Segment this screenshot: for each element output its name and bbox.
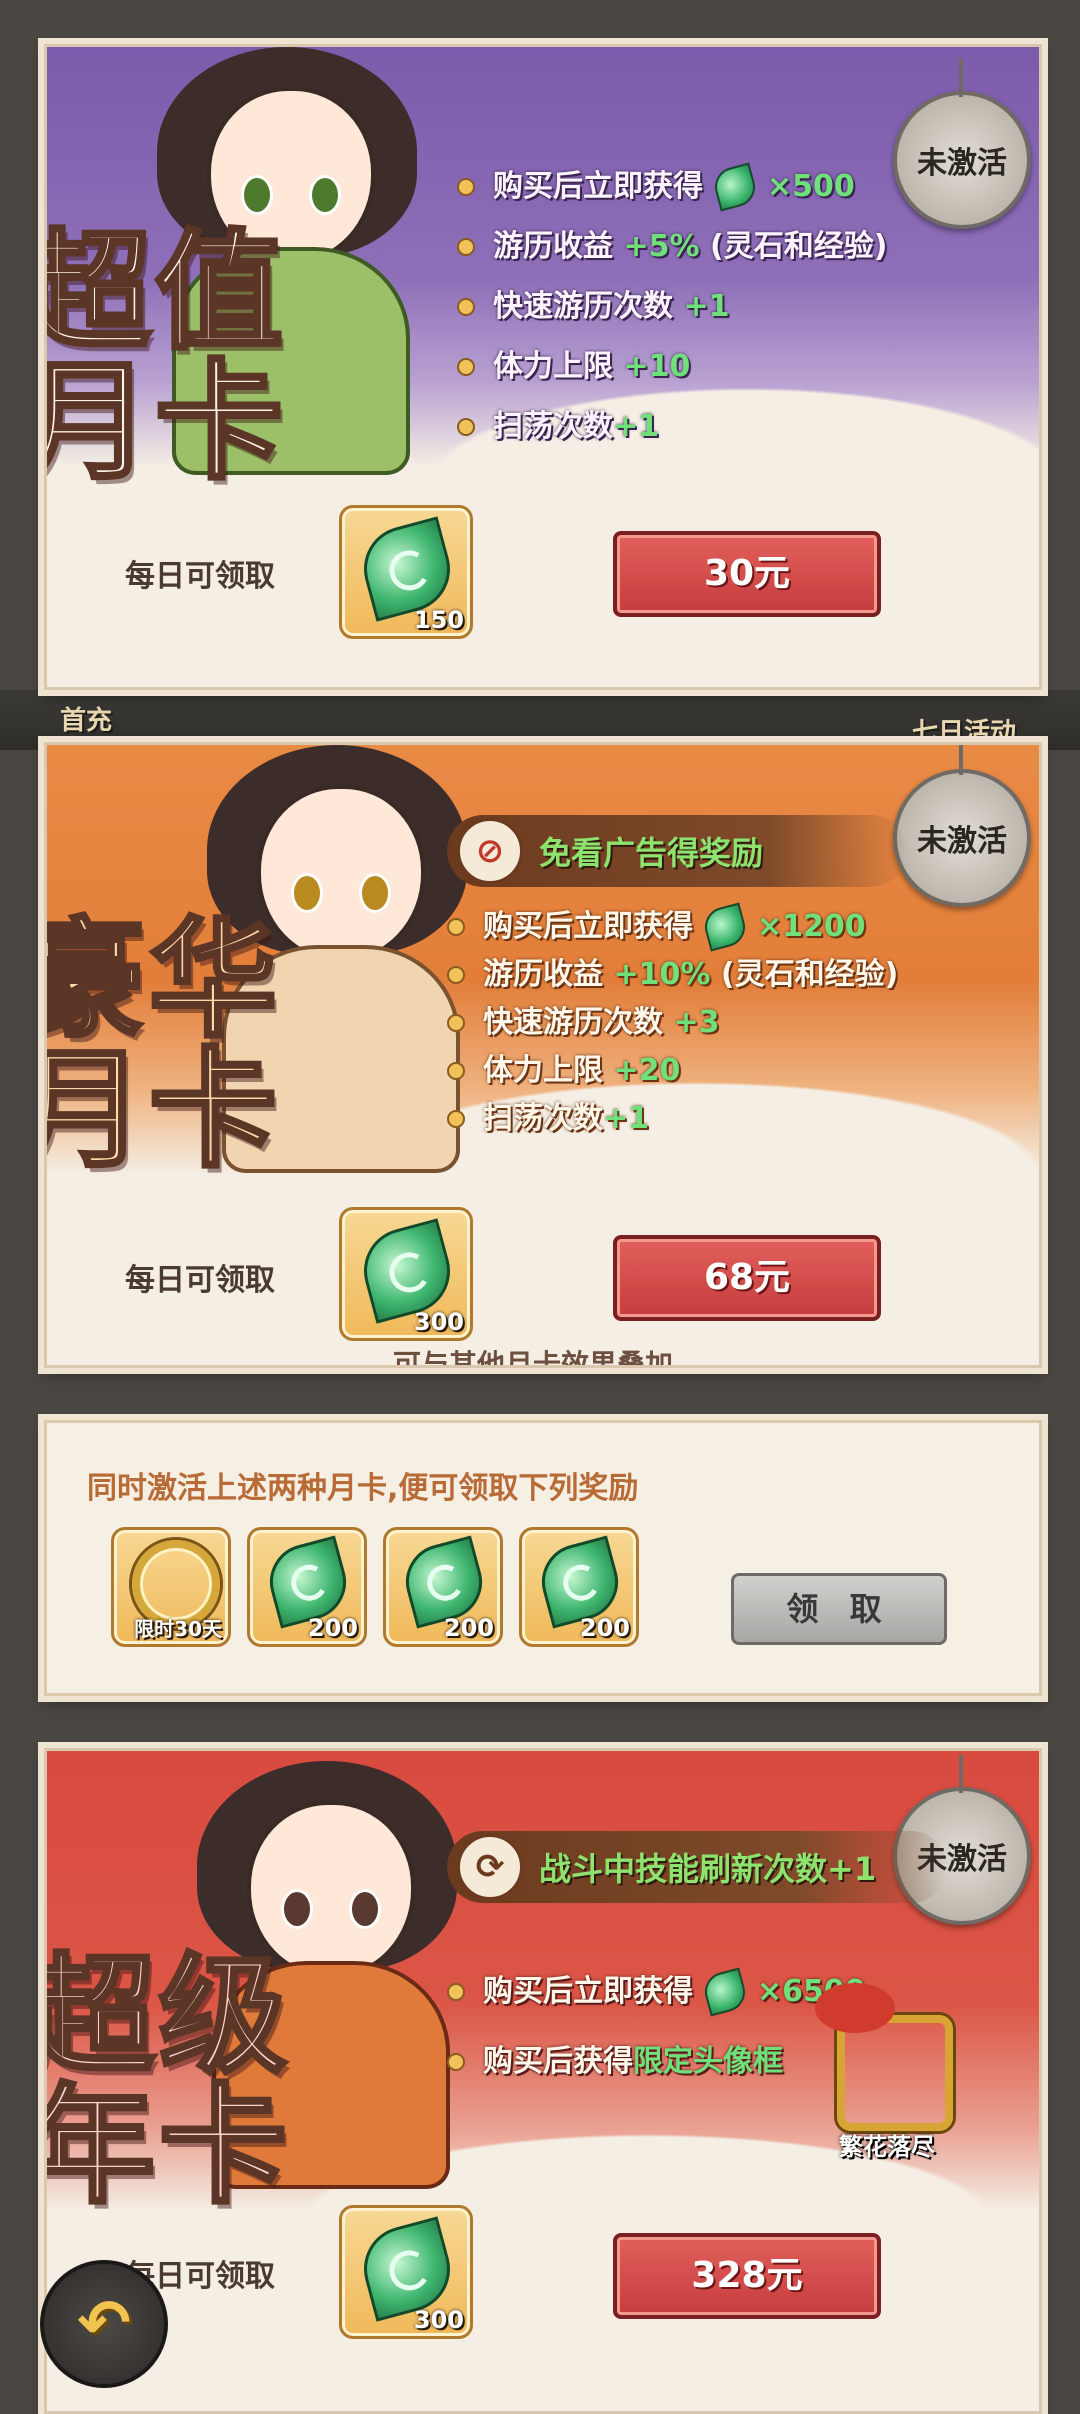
daily-reward-item[interactable]: 150: [339, 505, 473, 639]
daily-reward-item[interactable]: 300: [339, 1207, 473, 1341]
benefit-item: 体力上限 +20: [447, 1047, 898, 1095]
status-badge: 未激活: [893, 59, 1031, 229]
benefit-item: 扫荡次数 +1: [447, 1095, 898, 1143]
bullet-icon: [457, 298, 475, 316]
combo-reward-item[interactable]: 200: [383, 1527, 503, 1647]
bullet-icon: [457, 358, 475, 376]
benefit-item: 游历收益 +5% (灵石和经验): [457, 217, 887, 277]
stack-note: 可与其他月卡效果叠加: [393, 1348, 674, 1368]
ad-free-banner: ⊘ 免看广告得奖励: [447, 815, 907, 887]
frame-name-label: 繁花落尽: [839, 2133, 935, 2161]
bullet-icon: [447, 918, 465, 936]
item-quantity: 150: [413, 606, 464, 634]
bullet-icon: [457, 238, 475, 256]
avatar-frame-reward[interactable]: 限时30天: [111, 1527, 231, 1647]
benefit-item: 购买后立即获得 ×500: [457, 157, 887, 217]
item-quantity: 200: [307, 1614, 358, 1642]
bullet-icon: [447, 1983, 465, 2001]
bullet-icon: [447, 1110, 465, 1128]
combo-reward-panel: 同时激活上述两种月卡,便可领取下列奖励 限时30天 200 200 200 领 …: [44, 1420, 1042, 1696]
monthly-card-value: 超值月卡 未激活 购买后立即获得 ×500 游历收益 +5% (灵石和经验) 快…: [44, 44, 1042, 690]
tab-first-recharge[interactable]: 首充: [60, 700, 112, 737]
benefit-item: 购买后获得 限定头像框: [447, 2027, 866, 2097]
avatar-frame-preview[interactable]: [815, 1983, 953, 2131]
combo-reward-item[interactable]: 200: [247, 1527, 367, 1647]
benefit-list: 购买后立即获得 ×500 游历收益 +5% (灵石和经验) 快速游历次数 +1 …: [457, 157, 887, 457]
buy-button[interactable]: 328元: [613, 2233, 881, 2319]
jade-leaf-icon: [700, 1967, 750, 2017]
benefit-item: 购买后立即获得 ×1200: [447, 902, 898, 952]
bullet-icon: [447, 966, 465, 984]
card-title: 超级年卡: [44, 1941, 292, 2221]
benefit-list: 购买后立即获得 ×6500 购买后获得 限定头像框: [447, 1957, 866, 2097]
buy-button[interactable]: 68元: [613, 1235, 881, 1321]
bullet-icon: [457, 178, 475, 196]
benefit-item: 体力上限 +10: [457, 337, 887, 397]
item-quantity: 200: [579, 1614, 630, 1642]
bullet-icon: [447, 1062, 465, 1080]
bullet-icon: [447, 2053, 465, 2071]
daily-claim-label: 每日可领取: [125, 1263, 275, 1298]
benefit-item: 购买后立即获得 ×6500: [447, 1957, 866, 2027]
skill-refresh-banner: ⟳ 战斗中技能刷新次数+1: [447, 1831, 947, 1903]
benefit-item: 快速游历次数 +1: [457, 277, 887, 337]
monthly-card-deluxe: 豪华月卡 未激活 ⊘ 免看广告得奖励 购买后立即获得 ×1200 游历收益 +1…: [44, 742, 1042, 1368]
combo-title: 同时激活上述两种月卡,便可领取下列奖励: [87, 1471, 639, 1506]
benefit-list: 购买后立即获得 ×1200 游历收益 +10% (灵石和经验) 快速游历次数 +…: [447, 902, 898, 1143]
card-title: 豪华月卡: [47, 905, 282, 1185]
no-ad-icon: ⊘: [457, 818, 523, 884]
bullet-icon: [447, 1014, 465, 1032]
card-title: 超值月卡: [44, 217, 288, 497]
buy-button[interactable]: 30元: [613, 531, 881, 617]
status-badge: 未激活: [893, 745, 1031, 907]
item-duration-label: 限时30天: [134, 1617, 222, 1641]
claim-button[interactable]: 领 取: [731, 1573, 947, 1645]
back-button[interactable]: ↶: [40, 2260, 168, 2388]
bullet-icon: [457, 418, 475, 436]
combo-reward-item[interactable]: 200: [519, 1527, 639, 1647]
daily-claim-label: 每日可领取: [125, 559, 275, 594]
item-quantity: 200: [443, 1614, 494, 1642]
refresh-icon: ⟳: [457, 1834, 523, 1900]
back-arrow-icon: ↶: [77, 2287, 131, 2361]
item-quantity: 300: [413, 1308, 464, 1336]
jade-leaf-icon: [700, 902, 750, 952]
benefit-item: 扫荡次数 +1: [457, 397, 887, 457]
jade-leaf-icon: [710, 162, 760, 212]
daily-reward-item[interactable]: 300: [339, 2205, 473, 2339]
item-quantity: 300: [413, 2306, 464, 2334]
benefit-item: 快速游历次数 +3: [447, 999, 898, 1047]
annual-card-super: 超级年卡 未激活 ⟳ 战斗中技能刷新次数+1 购买后立即获得 ×6500 购买后…: [44, 1748, 1042, 2414]
benefit-item: 游历收益 +10% (灵石和经验): [447, 951, 898, 999]
